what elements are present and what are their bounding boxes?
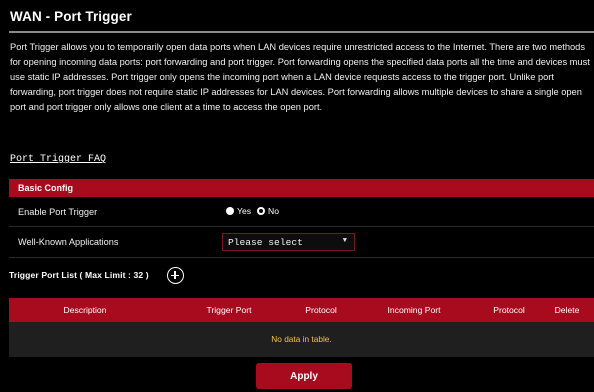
basic-config-header: Basic Config: [9, 179, 594, 197]
page-title: WAN - Port Trigger: [10, 9, 132, 24]
row-divider: [9, 226, 594, 227]
row-divider: [9, 257, 594, 258]
well-known-applications-select[interactable]: Please select ▼: [222, 233, 355, 251]
port-trigger-faq-link[interactable]: Port Trigger FAQ: [10, 154, 106, 165]
trigger-port-table-header: Description Trigger Port Protocol Incomi…: [9, 298, 594, 322]
apply-button[interactable]: Apply: [256, 363, 352, 389]
column-delete: Delete: [554, 305, 580, 315]
enable-yes-radio[interactable]: [226, 207, 234, 215]
select-value: Please select: [228, 237, 303, 248]
enable-yes-label[interactable]: Yes: [237, 206, 251, 216]
trigger-port-list-title: Trigger Port List ( Max Limit : 32 ): [9, 270, 149, 280]
trigger-port-table-body: No data in table.: [9, 322, 594, 357]
add-circle-icon[interactable]: [167, 267, 184, 284]
column-description: Description: [63, 305, 107, 315]
empty-table-message: No data in table.: [271, 334, 332, 344]
enable-no-radio[interactable]: [257, 207, 266, 215]
enable-no-label[interactable]: No: [268, 206, 279, 216]
well-known-applications-label: Well-Known Applications: [18, 237, 119, 247]
dropdown-arrow-icon: ▼: [342, 237, 347, 245]
column-protocol: Protocol: [305, 305, 337, 315]
enable-port-trigger-radio-group: Yes No: [226, 206, 285, 216]
enable-port-trigger-label: Enable Port Trigger: [18, 207, 98, 217]
page-description: Port Trigger allows you to temporarily o…: [10, 42, 590, 112]
column-protocol-2: Protocol: [493, 305, 525, 315]
title-divider: [9, 31, 594, 33]
column-trigger-port: Trigger Port: [206, 305, 252, 315]
column-incoming-port: Incoming Port: [387, 305, 441, 315]
